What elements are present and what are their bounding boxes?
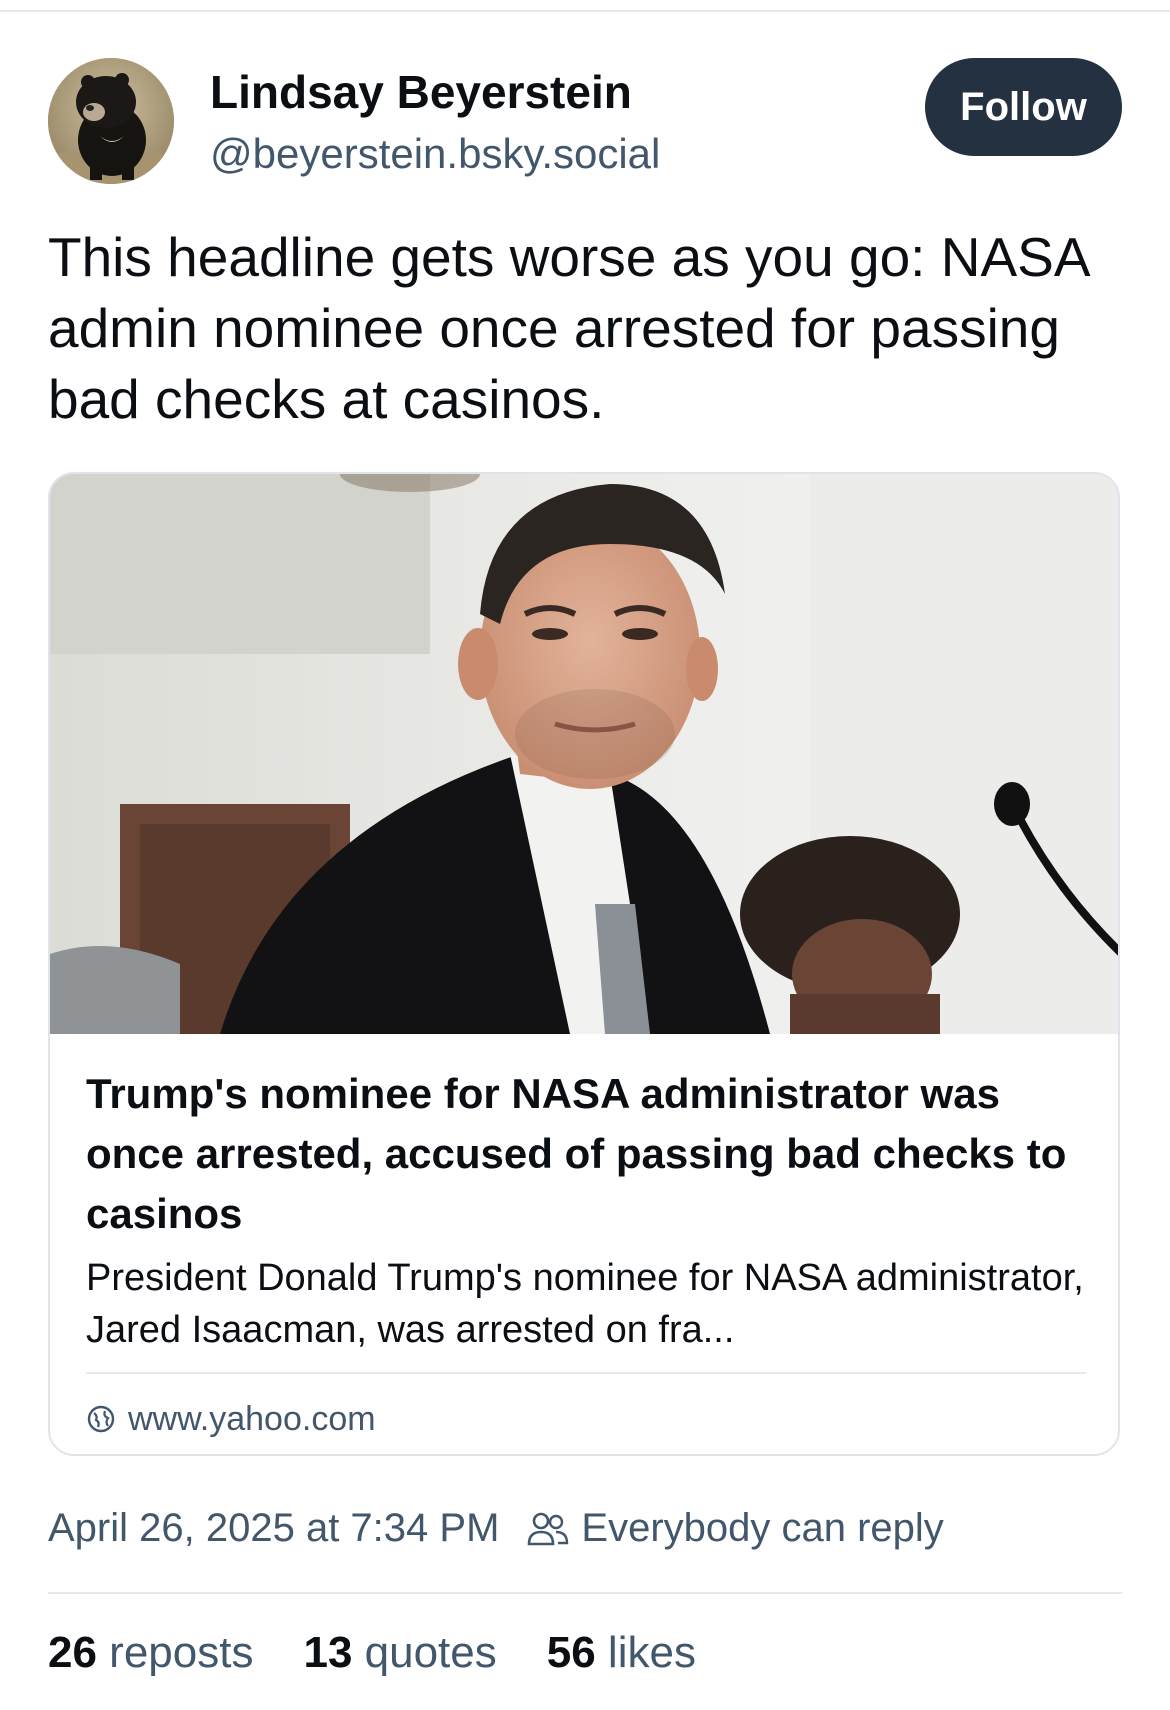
link-card[interactable]: Trump's nominee for NASA administrator w… xyxy=(48,472,1120,1456)
link-card-divider xyxy=(86,1372,1086,1374)
reposts-label: reposts xyxy=(109,1628,254,1677)
link-card-image xyxy=(50,474,1118,1034)
link-card-description: President Donald Trump's nominee for NAS… xyxy=(86,1257,1084,1351)
link-card-domain-text: www.yahoo.com xyxy=(128,1399,376,1438)
reposts-count: 26 xyxy=(48,1628,110,1677)
link-card-title[interactable]: Trump's nominee for NASA administrator w… xyxy=(86,1064,1086,1244)
follow-button[interactable]: Follow xyxy=(925,58,1122,156)
post-meta: April 26, 2025 at 7:34 PM Everybody can … xyxy=(48,1506,944,1551)
avatar[interactable] xyxy=(48,58,174,184)
globe-icon xyxy=(87,1405,115,1433)
reply-setting-text: Everybody can reply xyxy=(581,1506,944,1550)
man-in-suit-at-hearing-photo-icon xyxy=(50,474,1118,1034)
author-handle[interactable]: @beyerstein.bsky.social xyxy=(210,128,660,180)
sloth-bear-avatar-icon xyxy=(48,58,174,184)
top-divider xyxy=(0,10,1170,12)
quotes-stat[interactable]: 13 quotes xyxy=(303,1628,496,1678)
likes-count: 56 xyxy=(546,1628,608,1677)
post-stats: 26 reposts 13 quotes 56 likes xyxy=(48,1628,746,1678)
link-card-domain[interactable]: www.yahoo.com xyxy=(86,1394,376,1444)
quotes-count: 13 xyxy=(303,1628,365,1677)
people-icon xyxy=(528,1512,569,1545)
likes-label: likes xyxy=(607,1628,696,1677)
reposts-stat[interactable]: 26 reposts xyxy=(48,1628,253,1678)
author-name[interactable]: Lindsay Beyerstein xyxy=(210,64,632,120)
likes-stat[interactable]: 56 likes xyxy=(547,1628,696,1678)
quotes-label: quotes xyxy=(364,1628,497,1677)
post-timestamp[interactable]: April 26, 2025 at 7:34 PM xyxy=(48,1506,499,1551)
stats-divider xyxy=(48,1592,1122,1594)
reply-setting: Everybody can reply xyxy=(527,1506,944,1551)
post-text: This headline gets worse as you go: NASA… xyxy=(48,226,1088,430)
